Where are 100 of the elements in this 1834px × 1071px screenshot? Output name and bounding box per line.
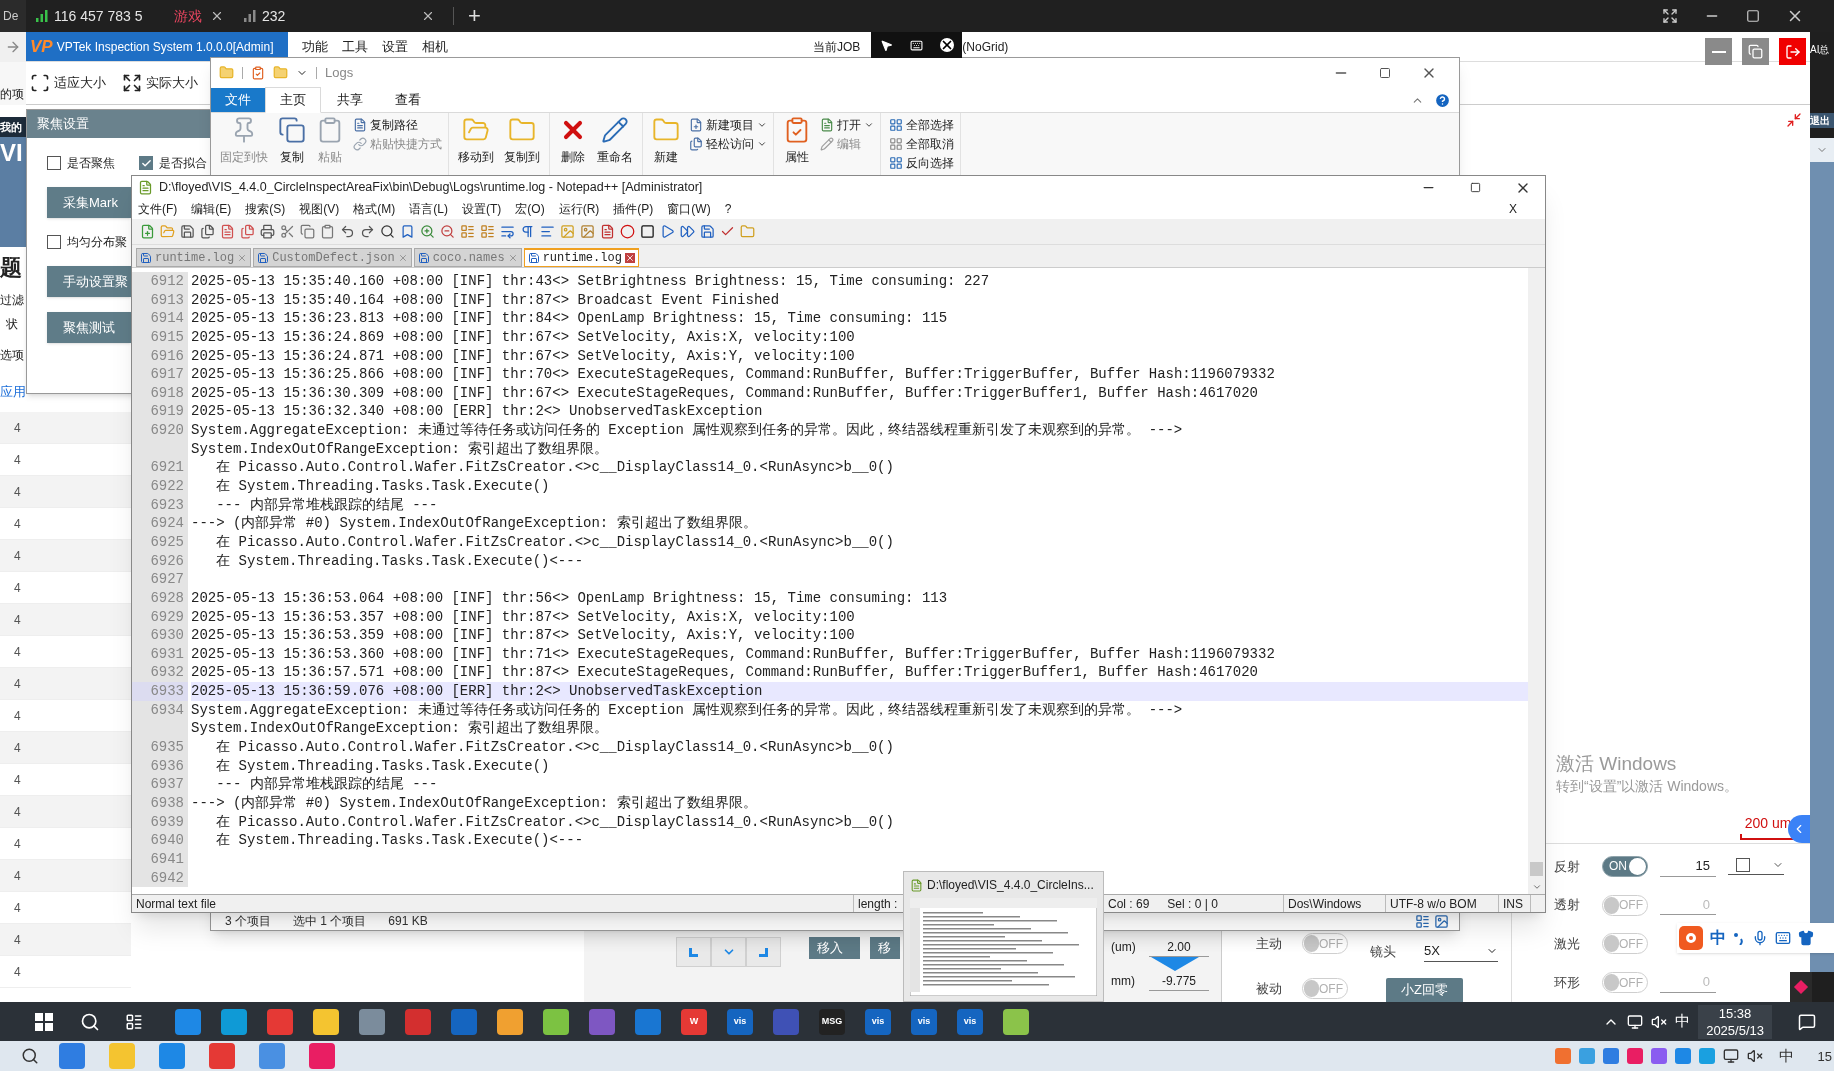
stop-icon[interactable] xyxy=(640,224,655,239)
scrollbar[interactable] xyxy=(1528,268,1545,894)
network-icon[interactable] xyxy=(1627,1013,1644,1030)
tray-app-icon[interactable] xyxy=(1674,1048,1691,1064)
minimize-button[interactable] xyxy=(1705,38,1732,65)
app-icon[interactable]: vis xyxy=(957,1008,983,1035)
new-tab-button[interactable]: + xyxy=(468,5,481,27)
shirt-icon[interactable] xyxy=(1798,930,1814,946)
maximize-icon[interactable] xyxy=(1470,182,1481,193)
menu-item[interactable]: 宏(O) xyxy=(515,200,545,218)
app-icon[interactable] xyxy=(1790,972,1812,1002)
pilcrow-icon[interactable] xyxy=(520,224,535,239)
fast-forward-icon[interactable] xyxy=(680,224,695,239)
ribbon-button[interactable]: 新建 xyxy=(649,116,683,166)
app-icon[interactable]: vis xyxy=(727,1008,753,1035)
scrollbar-thumb[interactable] xyxy=(1530,862,1543,876)
exit-button[interactable] xyxy=(1779,38,1806,65)
ribbon-button[interactable]: 反向选择 xyxy=(889,154,954,172)
app-icon[interactable] xyxy=(175,1008,201,1035)
browser-tab[interactable]: 116 457 783 5 xyxy=(26,0,164,32)
menu-item[interactable]: 编辑(E) xyxy=(191,200,232,218)
close-icon[interactable] xyxy=(939,38,954,52)
maximize-icon[interactable] xyxy=(1379,66,1391,79)
wrap-icon[interactable] xyxy=(500,224,515,239)
dialog-button[interactable]: 采集Mark xyxy=(47,187,131,218)
details-view-icon[interactable] xyxy=(1415,913,1430,929)
checkbox[interactable] xyxy=(47,156,61,170)
ribbon-tab[interactable]: 共享 xyxy=(321,88,379,112)
document-tab[interactable]: runtime.log xyxy=(523,248,639,267)
ribbon-button[interactable]: 全部选择 xyxy=(889,116,954,134)
ime-mode[interactable]: 中 xyxy=(1710,926,1726,950)
copy-icon[interactable] xyxy=(300,224,315,239)
value-field[interactable]: -9.775 xyxy=(1149,971,1209,991)
menu-item[interactable]: 语言(L) xyxy=(409,200,448,218)
home-button[interactable]: 小Z回零 xyxy=(1386,978,1463,1002)
play-icon[interactable] xyxy=(660,224,675,239)
printer-icon[interactable] xyxy=(260,224,275,239)
browser-tab[interactable]: 232 xyxy=(234,0,445,32)
menu-item[interactable]: 相机 xyxy=(422,36,448,57)
redo-icon[interactable] xyxy=(360,224,375,239)
keyboard-icon[interactable] xyxy=(909,38,923,52)
record-icon[interactable] xyxy=(620,224,635,239)
checkbox[interactable] xyxy=(1736,857,1750,872)
jog-button[interactable] xyxy=(746,937,781,967)
save-icon[interactable] xyxy=(180,224,195,239)
apply-link[interactable]: 应用 xyxy=(0,382,26,402)
app-icon[interactable]: W xyxy=(681,1008,707,1035)
clock[interactable]: 15:38 2025/5/13 xyxy=(1698,1004,1772,1039)
input-language[interactable]: 中 xyxy=(1675,1010,1691,1033)
volume-muted-icon[interactable] xyxy=(1651,1013,1668,1030)
fullscreen-icon[interactable] xyxy=(1662,8,1678,24)
app-icon[interactable] xyxy=(221,1008,247,1035)
app-icon[interactable] xyxy=(497,1008,523,1035)
search-icon[interactable] xyxy=(21,1047,39,1065)
value-field[interactable]: 15 xyxy=(1660,856,1716,877)
files-icon[interactable] xyxy=(240,224,255,239)
ribbon-button[interactable]: 新建项目 xyxy=(689,116,767,134)
help-icon[interactable] xyxy=(1434,92,1451,109)
tray-app-icon[interactable] xyxy=(1698,1048,1715,1064)
menu-item[interactable]: ? xyxy=(724,200,732,218)
app-icon[interactable]: vis xyxy=(911,1008,937,1035)
app-icon[interactable]: vis xyxy=(865,1008,891,1035)
menu-item[interactable]: 搜索(S) xyxy=(245,200,286,218)
files-icon[interactable] xyxy=(200,224,215,239)
tray-app-icon[interactable] xyxy=(1578,1048,1595,1064)
scissors-icon[interactable] xyxy=(280,224,295,239)
ribbon-button[interactable]: 删除 xyxy=(556,116,590,166)
toggle-switch[interactable]: ON xyxy=(1602,855,1648,877)
close-icon[interactable] xyxy=(210,9,224,23)
ribbon-button[interactable]: 打开 xyxy=(820,116,874,134)
search-icon[interactable] xyxy=(380,224,395,239)
app-icon[interactable] xyxy=(359,1008,385,1035)
task-view-icon[interactable] xyxy=(125,1012,143,1031)
punctuation-icon[interactable] xyxy=(1733,931,1745,945)
tray-app-icon[interactable] xyxy=(1626,1048,1643,1064)
indent-icon[interactable] xyxy=(540,224,555,239)
browser-tab[interactable]: 游戏 xyxy=(164,0,234,32)
menu-item[interactable]: 功能 xyxy=(302,36,328,57)
app-icon[interactable] xyxy=(543,1008,569,1035)
ribbon-button[interactable]: 复制路径 xyxy=(353,116,442,134)
app-icon[interactable] xyxy=(313,1008,339,1035)
menu-item[interactable]: 运行(R) xyxy=(558,200,600,218)
clock[interactable]: 15 xyxy=(1817,1044,1832,1067)
collapse-icon[interactable] xyxy=(1786,112,1802,128)
close-icon[interactable] xyxy=(421,9,435,23)
dialog-button[interactable]: 手动设置聚 xyxy=(47,266,131,297)
toolbar-button[interactable]: 适应大小 xyxy=(30,73,106,93)
ribbon-button[interactable]: 全部取消 xyxy=(889,135,954,153)
ribbon-tab[interactable]: 查看 xyxy=(379,88,437,112)
app-icon[interactable] xyxy=(1003,1008,1029,1035)
ribbon-button[interactable]: 属性 xyxy=(780,116,814,166)
start-icon[interactable] xyxy=(35,1012,53,1031)
menu-item[interactable]: 格式(M) xyxy=(353,200,396,218)
app-icon[interactable]: MSG xyxy=(819,1008,845,1035)
ribbon-button[interactable]: 复制到 xyxy=(501,116,543,166)
ribbon-button[interactable]: 复制 xyxy=(275,116,309,166)
dialog-button[interactable]: 聚焦测试 xyxy=(47,312,131,343)
down-triangle-icon[interactable] xyxy=(1151,957,1199,971)
properties-icon[interactable] xyxy=(251,65,265,80)
notification-icon[interactable] xyxy=(1798,1012,1816,1031)
